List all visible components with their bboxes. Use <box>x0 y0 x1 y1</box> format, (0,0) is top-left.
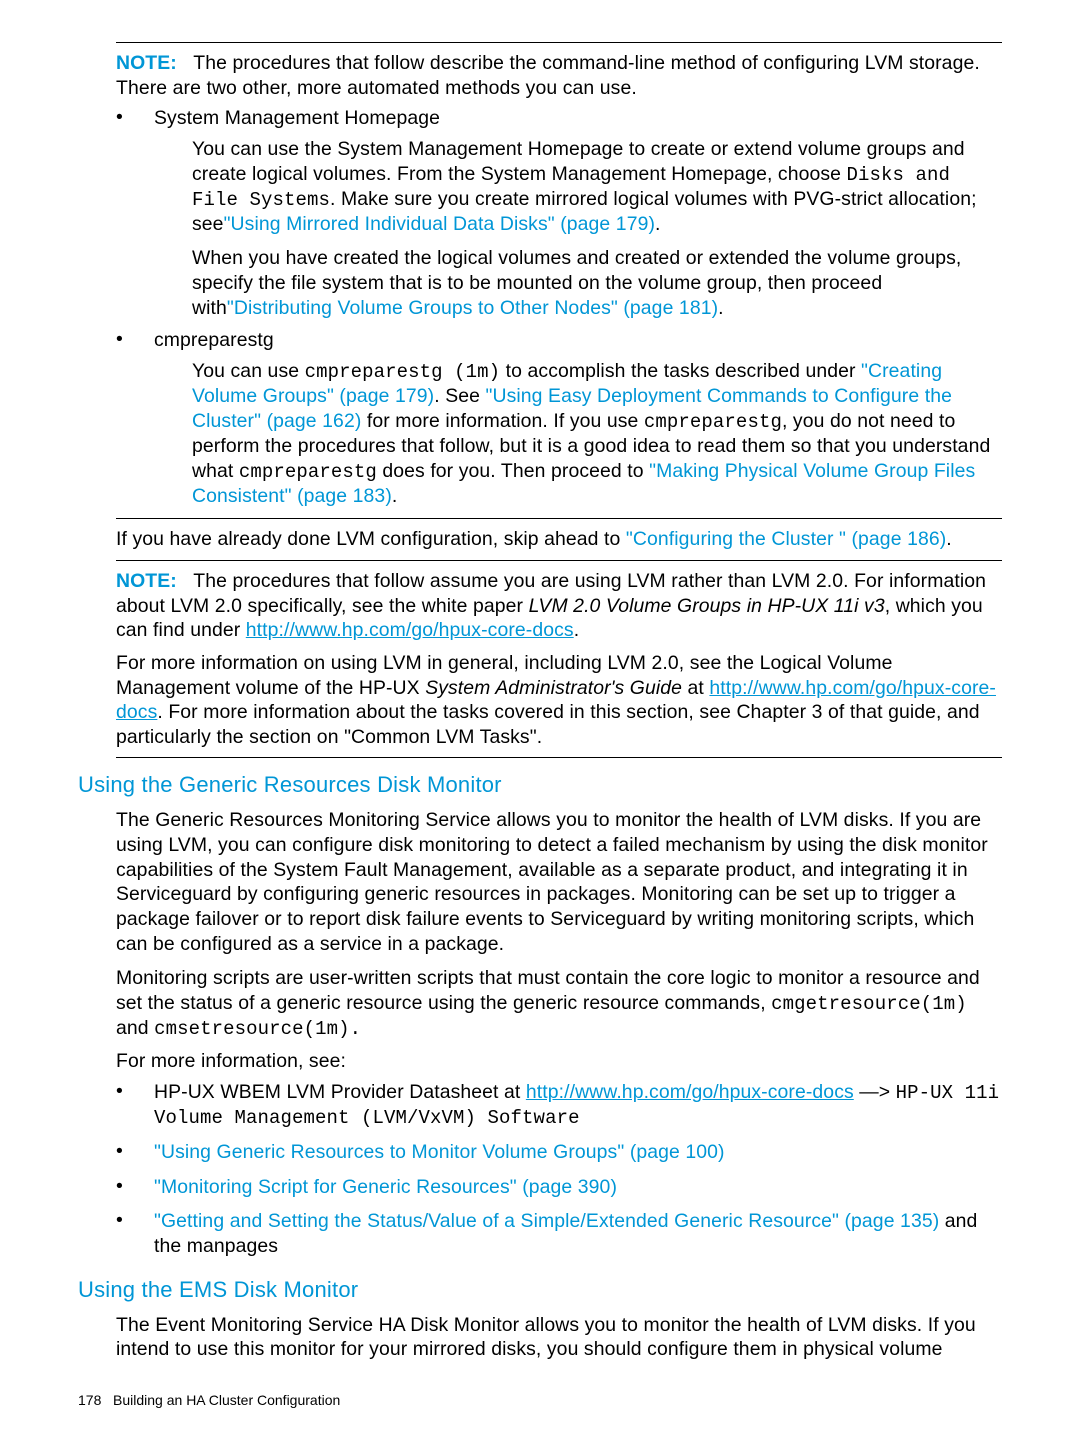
footer-title: Building an HA Cluster Configuration <box>113 1392 340 1408</box>
sec1-p3: For more information, see: <box>116 1049 1002 1074</box>
sec2-p1: The Event Monitoring Service HA Disk Mon… <box>116 1313 1002 1362</box>
xref-link[interactable]: "Monitoring Script for Generic Resources… <box>154 1176 617 1198</box>
text: to accomplish the tasks described under <box>500 360 861 382</box>
code: cmpreparestg <box>644 411 782 433</box>
text: . For more information about the tasks c… <box>116 701 980 748</box>
text: You can use <box>192 360 305 382</box>
external-link[interactable]: http://www.hp.com/go/hpux-core-docs <box>526 1081 854 1103</box>
sec1-b1: HP-UX WBEM LVM Provider Datasheet at htt… <box>154 1080 1002 1130</box>
text: —> <box>854 1081 896 1103</box>
skip-ahead: If you have already done LVM configurati… <box>116 527 1002 552</box>
list-item: "Getting and Setting the Status/Value of… <box>116 1209 1002 1258</box>
code: cmsetresource(1m). <box>154 1018 361 1040</box>
text: . <box>655 213 661 235</box>
bullet-smh-p2: When you have created the logical volume… <box>192 246 1002 320</box>
text: . <box>946 528 952 550</box>
text: for more information. If you use <box>361 410 644 432</box>
note-2-p1: NOTE: The procedures that follow assume … <box>116 569 1002 643</box>
text: . <box>718 297 724 319</box>
text: . <box>574 619 580 641</box>
text: does for you. Then proceed to <box>377 460 649 482</box>
list-item: "Monitoring Script for Generic Resources… <box>116 1175 1002 1210</box>
text: . <box>392 485 398 507</box>
bullet-cmpreparestg-p1: You can use cmpreparestg (1m) to accompl… <box>192 359 1002 508</box>
note-label: NOTE: <box>116 570 177 592</box>
sec1-p1: The Generic Resources Monitoring Service… <box>116 808 1002 956</box>
bullet-smh-p1: You can use the System Management Homepa… <box>192 137 1002 237</box>
xref-link[interactable]: "Getting and Setting the Status/Value of… <box>154 1210 939 1232</box>
italic-title: LVM 2.0 Volume Groups in HP-UX 11i v3 <box>529 595 885 617</box>
xref-link[interactable]: "Configuring the Cluster " (page 186) <box>626 528 946 550</box>
sec1-p2: Monitoring scripts are user-written scri… <box>116 966 1002 1041</box>
text: If you have already done LVM configurati… <box>116 528 626 550</box>
text: and <box>116 1017 154 1039</box>
heading-ems-disk-monitor: Using the EMS Disk Monitor <box>78 1277 1002 1303</box>
code: cmpreparestg <box>239 461 377 483</box>
bullet-smh: System Management Homepage You can use t… <box>116 106 1002 320</box>
bullet-smh-title: System Management Homepage <box>154 106 1002 131</box>
list-item: HP-UX WBEM LVM Provider Datasheet at htt… <box>116 1080 1002 1140</box>
code: cmpreparestg (1m) <box>305 361 501 383</box>
bullet-cmpreparestg-title: cmpreparestg <box>154 328 1002 353</box>
xref-link[interactable]: "Distributing Volume Groups to Other Nod… <box>227 297 718 319</box>
xref-link[interactable]: "Using Generic Resources to Monitor Volu… <box>154 1141 725 1163</box>
page-footer: 178 Building an HA Cluster Configuration <box>78 1392 340 1408</box>
text: HP-UX WBEM LVM Provider Datasheet at <box>154 1081 526 1103</box>
text: . See <box>434 385 485 407</box>
note-label: NOTE: <box>116 52 177 74</box>
page-number: 178 <box>78 1392 101 1408</box>
italic-title: System Administrator's Guide <box>425 677 682 699</box>
bullet-cmpreparestg: cmpreparestg You can use cmpreparestg (1… <box>116 328 1002 508</box>
heading-generic-resources: Using the Generic Resources Disk Monitor <box>78 772 1002 798</box>
external-link[interactable]: http://www.hp.com/go/hpux-core-docs <box>246 619 574 641</box>
text: at <box>682 677 709 699</box>
note-2-p2: For more information on using LVM in gen… <box>116 651 1002 750</box>
note-1-text: The procedures that follow describe the … <box>116 52 980 99</box>
note-1: NOTE: The procedures that follow describ… <box>116 51 1002 100</box>
xref-link[interactable]: "Using Mirrored Individual Data Disks" (… <box>224 213 655 235</box>
code: cmgetresource(1m) <box>771 993 967 1015</box>
list-item: "Using Generic Resources to Monitor Volu… <box>116 1140 1002 1175</box>
